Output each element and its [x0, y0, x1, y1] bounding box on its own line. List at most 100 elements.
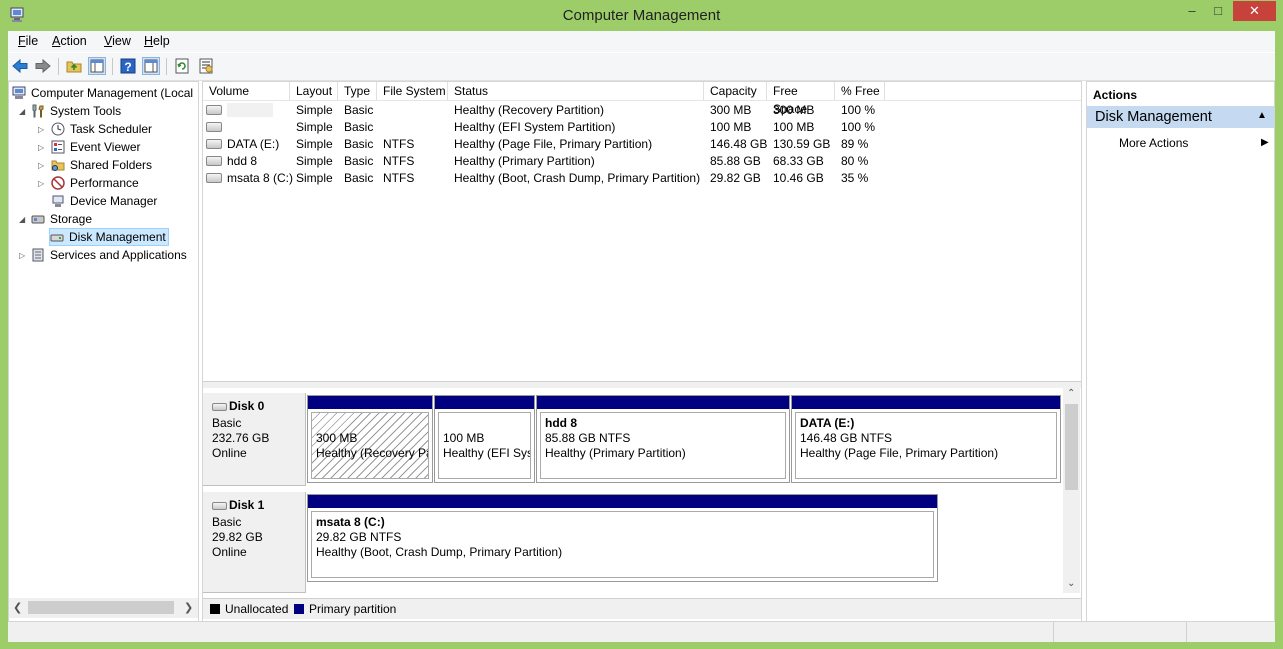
- partition-efi[interactable]: 100 MB Healthy (EFI Syst: [434, 395, 535, 483]
- partition-recovery[interactable]: 300 MB Healthy (Recovery Pa: [307, 395, 433, 483]
- toolbar: ?: [8, 53, 1275, 81]
- volume-row[interactable]: Simple Basic Healthy (EFI System Partiti…: [203, 119, 1081, 136]
- volume-icon: [206, 139, 222, 149]
- volume-icon: [206, 105, 222, 115]
- column-header-layout[interactable]: Layout: [290, 82, 338, 100]
- services-icon: [31, 248, 45, 262]
- storage-icon: [31, 212, 45, 226]
- status-bar: [8, 621, 1275, 642]
- volume-icon: [206, 122, 222, 132]
- primary-partition-swatch: [294, 604, 304, 614]
- column-header-type[interactable]: Type: [338, 82, 377, 100]
- volume-row[interactable]: msata 8 (C:) Simple Basic NTFS Healthy (…: [203, 170, 1081, 187]
- column-header-status[interactable]: Status: [448, 82, 704, 100]
- partition-msata-c[interactable]: msata 8 (C:) 29.82 GB NTFS Healthy (Boot…: [307, 494, 938, 582]
- computer-management-icon: [12, 86, 26, 100]
- back-icon[interactable]: [11, 57, 29, 75]
- scroll-left-arrow[interactable]: ❮: [13, 601, 22, 614]
- tree-item-device-manager[interactable]: Device Manager: [51, 192, 157, 210]
- column-header-capacity[interactable]: Capacity: [704, 82, 767, 100]
- expand-shared-folders-arrow[interactable]: ▷: [38, 161, 44, 170]
- tree-item-system-tools[interactable]: System Tools: [31, 102, 121, 120]
- expand-task-scheduler-arrow[interactable]: ▷: [38, 125, 44, 134]
- collapse-section-icon[interactable]: ▲: [1257, 110, 1267, 121]
- submenu-arrow-icon: ▶: [1261, 137, 1269, 148]
- volume-row[interactable]: Simple Basic Healthy (Recovery Partition…: [203, 102, 1081, 119]
- window-title: Computer Management: [562, 7, 721, 24]
- show-hide-tree-icon[interactable]: [88, 57, 106, 75]
- more-actions-item[interactable]: More Actions ▶: [1119, 136, 1269, 152]
- svg-text:?: ?: [124, 60, 131, 74]
- menu-action[interactable]: Action: [52, 34, 87, 48]
- menu-file[interactable]: File: [18, 34, 38, 48]
- device-manager-icon: [51, 194, 65, 208]
- scroll-thumb[interactable]: [28, 601, 174, 614]
- disk-management-icon: [50, 230, 64, 244]
- tools-icon: [31, 104, 45, 118]
- disk-icon: [212, 403, 227, 411]
- expand-performance-arrow[interactable]: ▷: [38, 179, 44, 188]
- help-icon[interactable]: ?: [119, 57, 137, 75]
- column-header-file-system[interactable]: File System: [377, 82, 448, 100]
- expand-services-arrow[interactable]: ▷: [19, 251, 25, 260]
- expand-event-viewer-arrow[interactable]: ▷: [38, 143, 44, 152]
- column-header-free-space[interactable]: Free Space: [767, 82, 835, 116]
- volume-list-header: Volume Layout Type File System Status Ca…: [203, 82, 1081, 116]
- disk-view-vertical-scrollbar[interactable]: ⌃ ⌄: [1063, 388, 1080, 593]
- maximize-button[interactable]: □: [1206, 1, 1230, 23]
- collapse-system-tools-arrow[interactable]: ◢: [19, 107, 25, 116]
- menu-bar: File Action View Help: [8, 31, 1275, 52]
- legend-unallocated: Unallocated: [225, 602, 289, 616]
- window: Computer Management – □ ✕ File Action Vi…: [0, 0, 1283, 649]
- tree-item-shared-folders[interactable]: Shared Folders: [51, 156, 152, 174]
- client-area: File Action View Help ? Computer Managem…: [8, 31, 1275, 642]
- scroll-up-arrow[interactable]: ⌃: [1067, 388, 1075, 399]
- menu-help[interactable]: Help: [144, 34, 170, 48]
- properties-icon[interactable]: [197, 57, 215, 75]
- volume-row[interactable]: hdd 8 Simple Basic NTFS Healthy (Primary…: [203, 153, 1081, 170]
- shared-folder-icon: [51, 158, 65, 172]
- scroll-down-arrow[interactable]: ⌄: [1067, 578, 1075, 589]
- tree-horizontal-scrollbar[interactable]: ❮ ❯: [9, 598, 198, 618]
- disk-0-label[interactable]: Disk 0 Basic 232.76 GB Online: [203, 393, 306, 486]
- tree-item-performance[interactable]: Performance: [51, 174, 139, 192]
- collapse-storage-arrow[interactable]: ◢: [19, 215, 25, 224]
- actions-pane: Actions Disk Management ▲ More Actions ▶: [1086, 81, 1275, 622]
- partition-data-e[interactable]: DATA (E:) 146.48 GB NTFS Healthy (Page F…: [791, 395, 1061, 483]
- tree-item-disk-management[interactable]: Disk Management: [49, 228, 169, 246]
- forward-icon[interactable]: [34, 57, 52, 75]
- actions-section-disk-management[interactable]: Disk Management ▲: [1087, 106, 1274, 128]
- volume-icon: [206, 173, 222, 183]
- up-folder-icon[interactable]: [65, 57, 83, 75]
- clock-icon: [51, 122, 65, 136]
- graphical-disk-view: Disk 0 Basic 232.76 GB Online 300 MB Hea…: [203, 388, 1081, 620]
- menu-view[interactable]: View: [104, 34, 131, 48]
- scroll-right-arrow[interactable]: ❯: [184, 601, 193, 614]
- legend-primary-partition: Primary partition: [309, 602, 397, 616]
- tree-item-task-scheduler[interactable]: Task Scheduler: [51, 120, 152, 138]
- column-header-percent-free[interactable]: % Free: [835, 82, 885, 100]
- disk-1-label[interactable]: Disk 1 Basic 29.82 GB Online: [203, 492, 306, 593]
- scroll-thumb[interactable]: [1065, 404, 1078, 490]
- tree-item-services-and-applications[interactable]: Services and Applications: [31, 246, 187, 264]
- title-bar: Computer Management – □ ✕: [0, 0, 1283, 31]
- show-hide-action-pane-icon[interactable]: [142, 57, 160, 75]
- event-viewer-icon: [51, 140, 65, 154]
- close-button[interactable]: ✕: [1233, 1, 1276, 21]
- tree-item-event-viewer[interactable]: Event Viewer: [51, 138, 140, 156]
- unallocated-swatch: [210, 604, 220, 614]
- navigation-tree: Computer Management (Local ◢ System Tool…: [8, 81, 199, 622]
- volume-icon: [206, 156, 222, 166]
- legend: Unallocated Primary partition: [203, 598, 1081, 619]
- tree-item-storage[interactable]: Storage: [31, 210, 92, 228]
- partition-hdd8[interactable]: hdd 8 85.88 GB NTFS Healthy (Primary Par…: [536, 395, 790, 483]
- disk-icon: [212, 502, 227, 510]
- volume-row[interactable]: DATA (E:) Simple Basic NTFS Healthy (Pag…: [203, 136, 1081, 153]
- minimize-button[interactable]: –: [1180, 1, 1204, 23]
- actions-header: Actions: [1093, 88, 1138, 102]
- disk-management-pane: Volume Layout Type File System Status Ca…: [202, 81, 1082, 622]
- tree-item-computer-management[interactable]: Computer Management (Local: [12, 84, 193, 102]
- refresh-icon[interactable]: [173, 57, 191, 75]
- performance-icon: [51, 176, 65, 190]
- column-header-volume[interactable]: Volume: [203, 82, 290, 100]
